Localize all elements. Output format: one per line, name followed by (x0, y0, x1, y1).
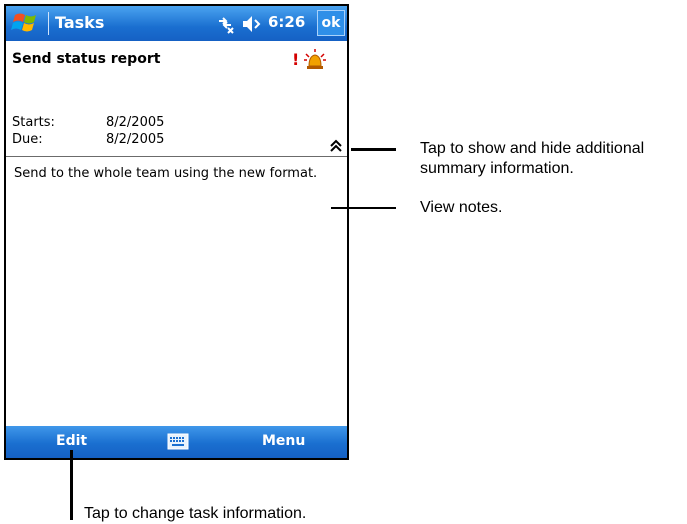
callout-line-summary (351, 148, 396, 151)
start-menu-button[interactable] (8, 8, 46, 39)
windows-flag-icon (11, 13, 36, 32)
task-summary[interactable]: Send status report ! Starts: 8/2/2005 Du… (6, 41, 347, 155)
title-separator (48, 12, 49, 35)
keyboard-icon[interactable] (167, 433, 189, 450)
task-notes[interactable]: Send to the whole team using the new for… (14, 166, 341, 181)
app-title: Tasks (55, 13, 105, 32)
clock[interactable]: 6:26 (268, 13, 305, 31)
menu-bar: Edit Menu (6, 426, 347, 458)
callout-edit-info: Tap to change task information. (84, 505, 307, 522)
collapse-summary-icon[interactable] (329, 139, 343, 153)
connectivity-icon[interactable] (214, 13, 236, 35)
pocket-pc-screen: Tasks 6:26 ok Send status report ! Start… (4, 4, 349, 460)
title-bar: Tasks 6:26 ok (6, 6, 347, 41)
callout-line-edit (70, 450, 73, 520)
edit-button[interactable]: Edit (56, 433, 87, 449)
high-priority-icon: ! (292, 50, 300, 69)
task-subject: Send status report (12, 51, 161, 67)
starts-label: Starts: (12, 115, 55, 130)
callout-summary-toggle: Tap to show and hide additional summary … (420, 140, 645, 177)
callout-view-notes: View notes. (420, 199, 503, 216)
due-label: Due: (12, 132, 43, 147)
summary-divider (6, 156, 347, 157)
callout-line-notes (331, 207, 396, 209)
menu-button[interactable]: Menu (262, 433, 305, 449)
starts-value: 8/2/2005 (106, 115, 165, 130)
volume-icon[interactable] (241, 13, 263, 35)
ok-button[interactable]: ok (317, 10, 345, 36)
due-value: 8/2/2005 (106, 132, 165, 147)
reminder-bell-icon (302, 48, 328, 72)
